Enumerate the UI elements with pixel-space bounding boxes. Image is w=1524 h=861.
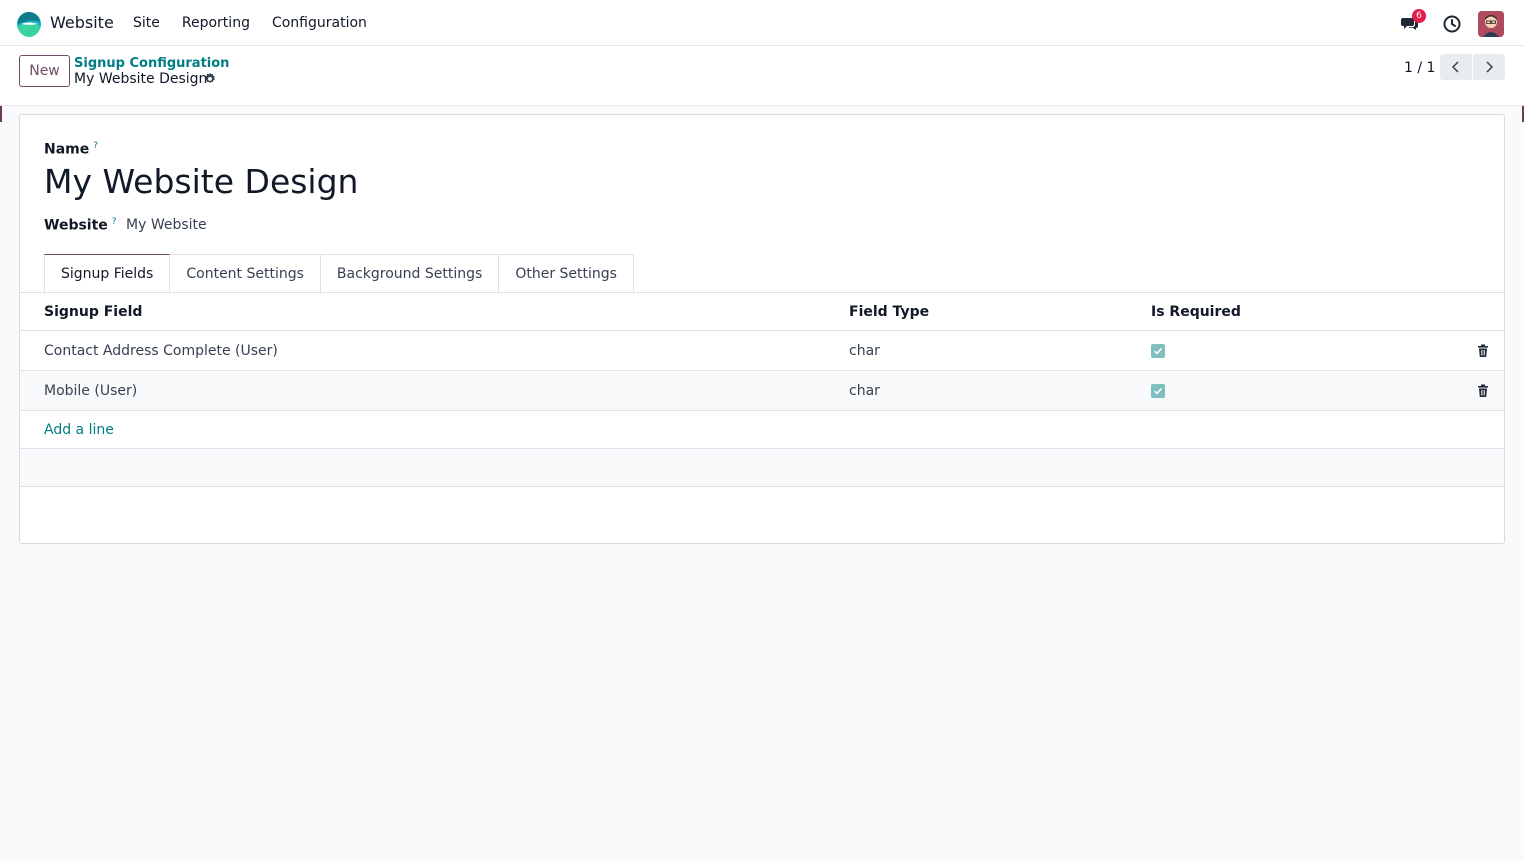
- new-button[interactable]: New: [19, 55, 70, 87]
- top-navbar: Website Site Reporting Configuration 6: [0, 0, 1524, 46]
- menu-reporting[interactable]: Reporting: [182, 15, 250, 31]
- tab-content-settings[interactable]: Content Settings: [170, 254, 321, 293]
- chevron-left-icon: [1451, 61, 1459, 73]
- breadcrumb-parent[interactable]: Signup Configuration: [74, 56, 229, 71]
- name-field[interactable]: My Website Design: [44, 162, 358, 201]
- app-name[interactable]: Website: [50, 13, 114, 32]
- signup-field-cell[interactable]: Contact Address Complete (User): [44, 331, 278, 370]
- menu-configuration[interactable]: Configuration: [272, 15, 367, 31]
- website-label: Website?: [44, 217, 117, 234]
- table-empty-row: [20, 448, 1504, 486]
- tab-background-settings[interactable]: Background Settings: [320, 254, 500, 293]
- table-row[interactable]: Contact Address Complete (User) char: [20, 330, 1504, 370]
- is-required-cell: [1151, 371, 1165, 410]
- signup-fields-table: Signup Field Field Type Is Required Cont…: [20, 292, 1504, 524]
- checkmark-icon: [1153, 387, 1163, 395]
- column-is-required[interactable]: Is Required: [1151, 293, 1241, 330]
- signup-field-cell[interactable]: Mobile (User): [44, 371, 137, 410]
- name-label: Name?: [44, 141, 99, 158]
- field-type-cell[interactable]: char: [849, 331, 880, 370]
- chevron-right-icon: [1486, 61, 1494, 73]
- pager-next-button[interactable]: [1473, 54, 1505, 80]
- table-header: Signup Field Field Type Is Required: [20, 292, 1504, 330]
- chat-icon[interactable]: 6: [1400, 9, 1426, 35]
- user-avatar[interactable]: [1478, 11, 1504, 37]
- form-sheet: Name? My Website Design Website? My Webs…: [19, 114, 1505, 544]
- trash-icon[interactable]: [1477, 344, 1489, 358]
- form-tabs: Signup Fields Content Settings Backgroun…: [44, 254, 634, 293]
- column-field-type[interactable]: Field Type: [849, 293, 929, 330]
- add-line-row: Add a line: [20, 410, 1504, 448]
- is-required-checkbox[interactable]: [1151, 343, 1165, 358]
- app-logo-icon[interactable]: [16, 11, 42, 37]
- trash-icon[interactable]: [1477, 384, 1489, 398]
- clock-icon[interactable]: [1442, 14, 1462, 34]
- is-required-cell: [1151, 331, 1165, 370]
- control-panel: New Signup Configuration My Website Desi…: [0, 46, 1524, 106]
- gear-icon[interactable]: [203, 72, 217, 86]
- name-help-icon[interactable]: ?: [93, 141, 98, 151]
- tab-other-settings[interactable]: Other Settings: [499, 254, 634, 293]
- menu-site[interactable]: Site: [133, 15, 160, 31]
- website-field[interactable]: My Website: [126, 217, 207, 233]
- table-footer: [20, 486, 1504, 524]
- is-required-checkbox[interactable]: [1151, 383, 1165, 398]
- column-signup-field[interactable]: Signup Field: [44, 293, 142, 330]
- add-line-link[interactable]: Add a line: [44, 411, 114, 448]
- tab-signup-fields[interactable]: Signup Fields: [44, 254, 171, 293]
- navbar-systray: 6: [1400, 9, 1504, 37]
- breadcrumb-current: My Website Design: [74, 71, 208, 87]
- checkmark-icon: [1153, 347, 1163, 355]
- pager-value[interactable]: 1 / 1: [1404, 60, 1435, 76]
- pager-previous-button[interactable]: [1440, 54, 1472, 80]
- main-menu: Site Reporting Configuration: [133, 15, 389, 31]
- field-type-cell[interactable]: char: [849, 371, 880, 410]
- notification-badge: 6: [1412, 9, 1426, 23]
- table-row[interactable]: Mobile (User) char: [20, 370, 1504, 410]
- website-help-icon[interactable]: ?: [112, 217, 117, 227]
